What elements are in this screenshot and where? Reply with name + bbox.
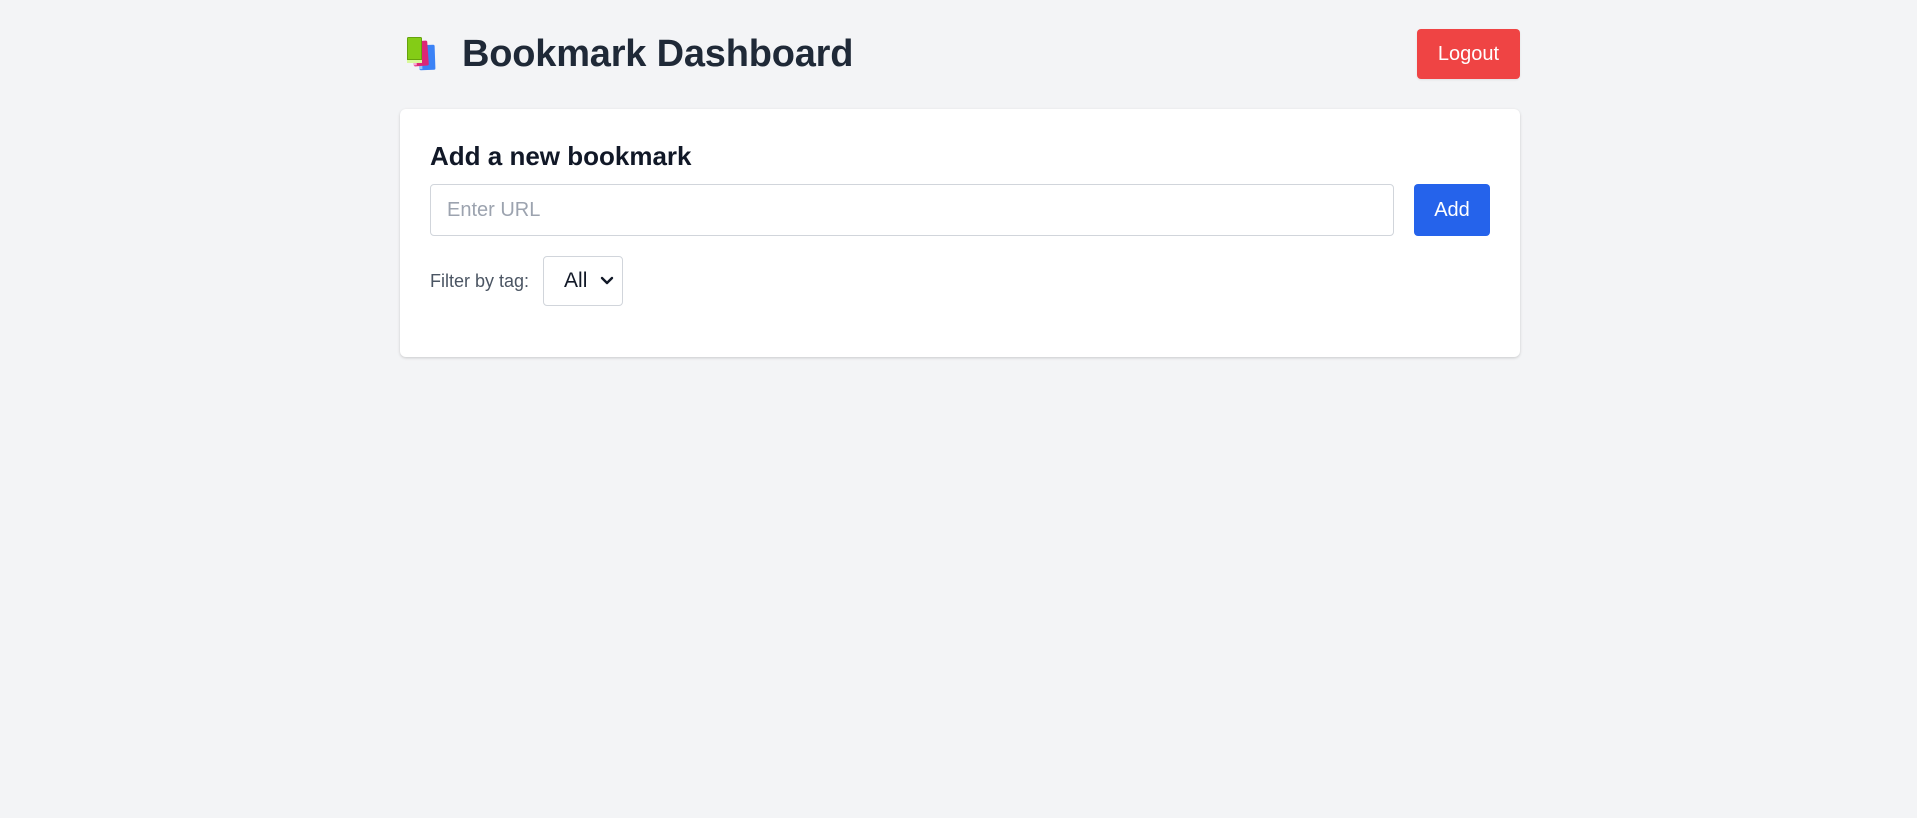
books-icon [406, 34, 446, 74]
card-heading: Add a new bookmark [430, 141, 692, 171]
add-button[interactable]: Add [1414, 184, 1490, 236]
url-input[interactable] [430, 184, 1394, 236]
filter-row: Filter by tag: All [430, 256, 624, 306]
tag-filter-select[interactable]: All [543, 256, 624, 306]
page-header: Bookmark Dashboard Logout [400, 28, 1520, 80]
page-title: Bookmark Dashboard [462, 32, 854, 75]
logout-button[interactable]: Logout [1417, 29, 1520, 79]
filter-label: Filter by tag: [430, 270, 530, 291]
add-bookmark-card: Add a new bookmark Add Filter by tag: Al… [400, 109, 1520, 357]
title-group: Bookmark Dashboard [406, 28, 853, 80]
tag-select-value: All [564, 269, 588, 292]
chevron-down-icon [600, 276, 614, 286]
